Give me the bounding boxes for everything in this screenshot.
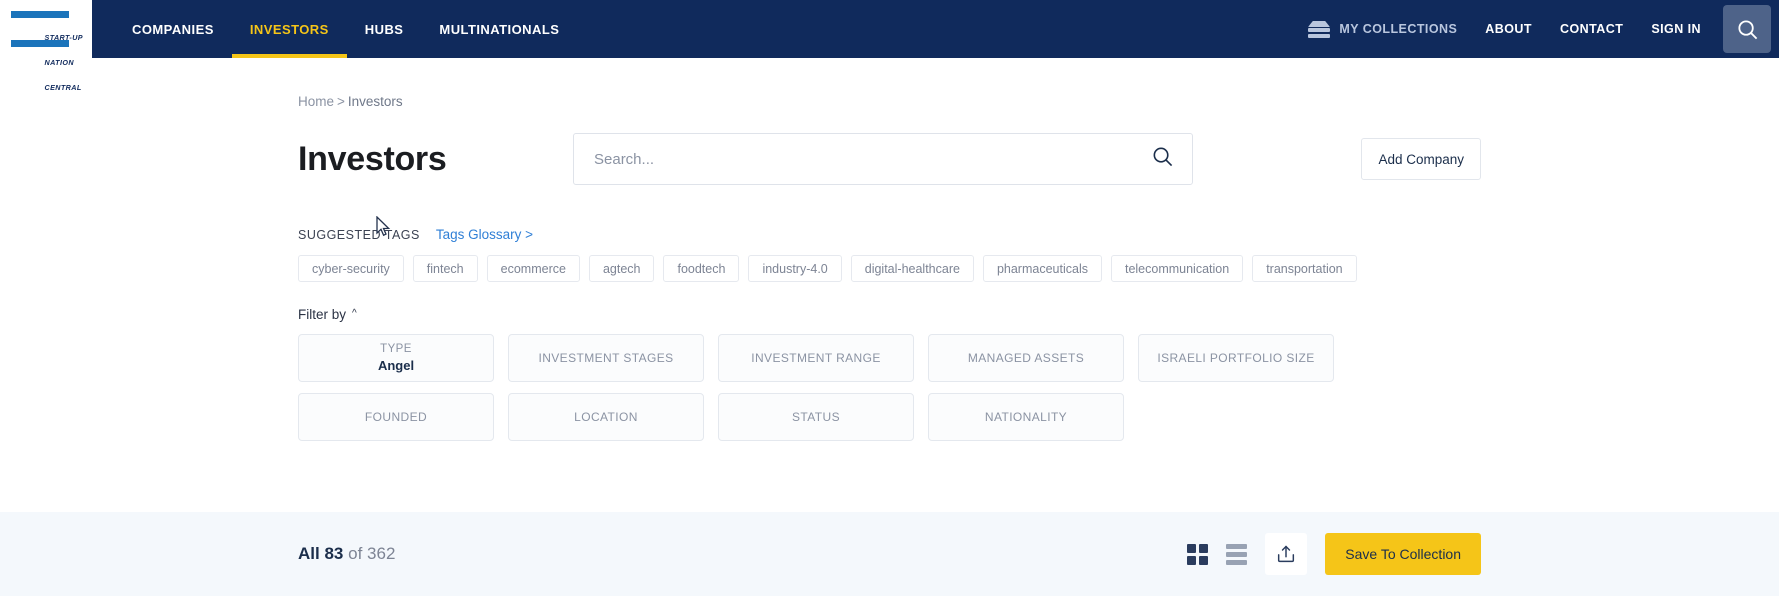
tag-chip[interactable]: agtech bbox=[588, 255, 655, 282]
filter-investment-stages-label: INVESTMENT STAGES bbox=[538, 350, 674, 365]
nav-item-about[interactable]: ABOUT bbox=[1471, 0, 1546, 58]
filter-investment-stages[interactable]: INVESTMENT STAGES bbox=[508, 334, 704, 382]
nav-item-companies[interactable]: COMPANIES bbox=[114, 0, 232, 58]
suggested-tags-header: SUGGESTED TAGS Tags Glossary > bbox=[298, 227, 1481, 242]
secondary-nav: MY COLLECTIONS ABOUT CONTACT SIGN IN bbox=[1308, 0, 1779, 58]
filter-location[interactable]: LOCATION bbox=[508, 393, 704, 441]
search-icon[interactable] bbox=[1151, 145, 1174, 173]
results-count-of: of bbox=[348, 544, 363, 563]
logo-line-1: START-UP bbox=[44, 32, 83, 42]
tag-chip[interactable]: industry-4.0 bbox=[748, 255, 842, 282]
primary-nav: COMPANIES INVESTORS HUBS MULTINATIONALS bbox=[92, 0, 577, 58]
results-count-shown: 83 bbox=[324, 544, 344, 563]
chevron-up-icon: ^ bbox=[352, 308, 357, 319]
list-view-icon[interactable] bbox=[1226, 543, 1248, 565]
filter-type[interactable]: TYPE Angel bbox=[298, 334, 494, 382]
breadcrumb-home[interactable]: Home bbox=[298, 94, 334, 109]
top-navigation-bar: START-UP NATION CENTRAL COMPANIES INVEST… bbox=[0, 0, 1779, 92]
search-box[interactable] bbox=[573, 133, 1193, 185]
breadcrumb-separator: > bbox=[337, 94, 345, 109]
filter-groups: TYPE Angel INVESTMENT STAGES INVESTMENT … bbox=[298, 334, 1481, 441]
nav-item-sign-in[interactable]: SIGN IN bbox=[1637, 0, 1715, 58]
tag-chip[interactable]: transportation bbox=[1252, 255, 1357, 282]
suggested-tags-list: cyber-security fintech ecommerce agtech … bbox=[298, 255, 1481, 282]
filter-type-value: Angel bbox=[377, 358, 415, 374]
title-row: Investors Add Company bbox=[298, 133, 1481, 185]
tag-chip[interactable]: foodtech bbox=[663, 255, 740, 282]
footer-actions: Save To Collection bbox=[1187, 533, 1481, 575]
nav-item-investors[interactable]: INVESTORS bbox=[231, 0, 347, 58]
add-company-button[interactable]: Add Company bbox=[1361, 138, 1481, 180]
main-content: Home>Investors Investors Add Company SUG… bbox=[0, 58, 1779, 441]
filter-status[interactable]: STATUS bbox=[718, 393, 914, 441]
results-footer-bar: All 83 of 362 Save To Collection bbox=[0, 512, 1779, 596]
nav-item-my-collections[interactable]: MY COLLECTIONS bbox=[1308, 0, 1471, 58]
filter-row-2: FOUNDED LOCATION STATUS NATIONALITY bbox=[298, 393, 1481, 441]
filter-by-toggle[interactable]: Filter by ^ bbox=[298, 307, 357, 322]
tags-glossary-link[interactable]: Tags Glossary > bbox=[436, 227, 533, 242]
filter-type-label: TYPE bbox=[380, 342, 412, 355]
layers-icon bbox=[1308, 21, 1331, 38]
filter-israeli-portfolio-size-label: ISRAELI PORTFOLIO SIZE bbox=[1157, 350, 1315, 365]
grid-view-icon[interactable] bbox=[1187, 543, 1209, 565]
page-title: Investors bbox=[298, 139, 447, 178]
tag-chip[interactable]: fintech bbox=[412, 255, 478, 282]
nav-item-contact[interactable]: CONTACT bbox=[1546, 0, 1637, 58]
results-count: All 83 of 362 bbox=[298, 544, 395, 564]
site-logo[interactable]: START-UP NATION CENTRAL bbox=[0, 0, 92, 92]
filter-founded[interactable]: FOUNDED bbox=[298, 393, 494, 441]
filter-nationality-label: NATIONALITY bbox=[984, 409, 1068, 424]
header-search-button[interactable] bbox=[1723, 5, 1771, 53]
tag-chip[interactable]: digital-healthcare bbox=[850, 255, 974, 282]
nav-item-multinationals[interactable]: MULTINATIONALS bbox=[421, 0, 577, 58]
tag-chip[interactable]: cyber-security bbox=[298, 255, 404, 282]
filter-managed-assets-label: MANAGED ASSETS bbox=[967, 350, 1085, 365]
breadcrumb-current: Investors bbox=[347, 94, 403, 109]
filter-founded-label: FOUNDED bbox=[364, 409, 428, 424]
nav-item-hubs[interactable]: HUBS bbox=[347, 0, 422, 58]
save-to-collection-button[interactable]: Save To Collection bbox=[1325, 533, 1481, 575]
search-input[interactable] bbox=[592, 149, 1151, 169]
filter-managed-assets[interactable]: MANAGED ASSETS bbox=[928, 334, 1124, 382]
tag-chip[interactable]: telecommunication bbox=[1110, 255, 1244, 282]
filter-status-label: STATUS bbox=[792, 409, 840, 424]
breadcrumb: Home > Investors bbox=[298, 58, 1481, 109]
suggested-tags-label: SUGGESTED TAGS bbox=[298, 227, 420, 242]
filter-location-label: LOCATION bbox=[574, 409, 638, 424]
results-count-total: 362 bbox=[367, 544, 396, 563]
tag-chip[interactable]: pharmaceuticals bbox=[982, 255, 1102, 282]
filter-investment-range[interactable]: INVESTMENT RANGE bbox=[718, 334, 914, 382]
filter-israeli-portfolio-size[interactable]: ISRAELI PORTFOLIO SIZE bbox=[1138, 334, 1334, 382]
tag-chip[interactable]: ecommerce bbox=[486, 255, 580, 282]
filter-nationality[interactable]: NATIONALITY bbox=[928, 393, 1124, 441]
nav-item-my-collections-label: MY COLLECTIONS bbox=[1339, 22, 1458, 36]
filter-row-1: TYPE Angel INVESTMENT STAGES INVESTMENT … bbox=[298, 334, 1481, 382]
filter-by-label: Filter by bbox=[298, 307, 347, 322]
filter-investment-range-label: INVESTMENT RANGE bbox=[751, 350, 881, 365]
share-upload-icon[interactable] bbox=[1265, 533, 1308, 575]
results-count-prefix: All bbox=[298, 544, 320, 563]
